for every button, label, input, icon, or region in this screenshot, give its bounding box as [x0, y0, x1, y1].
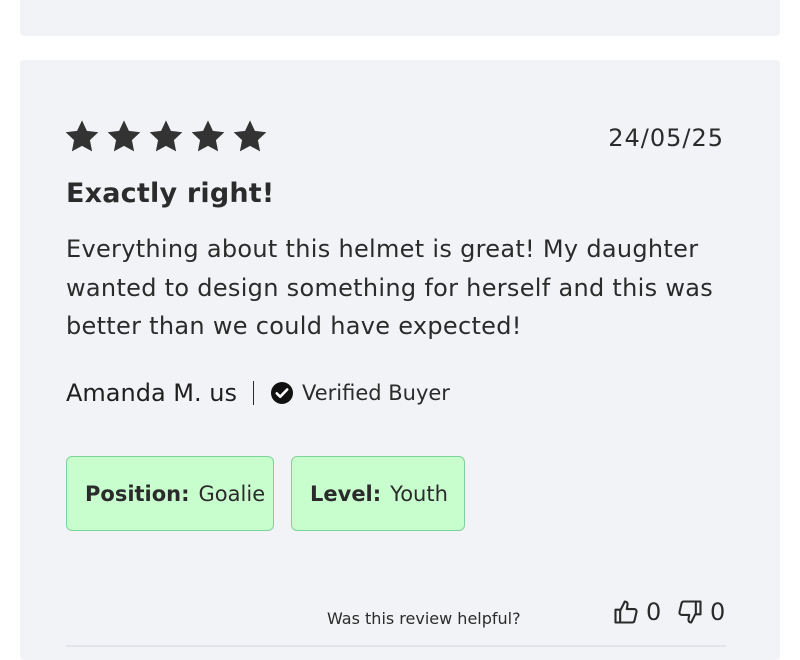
vote-up-button[interactable]: 0 — [612, 598, 661, 626]
star-icon — [107, 120, 141, 152]
thumbs-down-icon — [678, 600, 702, 624]
helpful-question: Was this review helpful? — [327, 609, 521, 628]
tag-level: Level: Youth — [291, 456, 465, 531]
star-rating — [63, 118, 269, 156]
tag-key: Position: — [85, 481, 190, 506]
verified-buyer-label: Verified Buyer — [301, 381, 450, 405]
check-circle-icon — [270, 382, 293, 404]
review-body: Everything about this helmet is great! M… — [66, 235, 714, 340]
vote-up-count: 0 — [646, 598, 662, 626]
star-icon — [65, 120, 99, 152]
previous-review-card — [20, 0, 780, 36]
review-author: Amanda M. us — [66, 379, 237, 407]
vote-down-button[interactable]: 0 — [676, 598, 725, 626]
star-icon — [233, 120, 267, 152]
star-icon — [191, 120, 225, 152]
tag-value: Goalie — [198, 481, 266, 506]
tag-key: Level: — [310, 481, 382, 506]
review-date: 24/05/25 — [608, 124, 724, 152]
star-icon — [149, 120, 183, 152]
divider — [252, 381, 254, 405]
vote-down-count: 0 — [710, 598, 726, 626]
review-author-row: Amanda M. us Verified Buyer — [66, 376, 450, 410]
divider — [66, 645, 726, 647]
thumbs-up-icon — [614, 600, 638, 624]
tag-position: Position: Goalie — [66, 456, 274, 531]
tag-value: Youth — [390, 481, 448, 506]
review-title: Exactly right! — [66, 178, 275, 209]
